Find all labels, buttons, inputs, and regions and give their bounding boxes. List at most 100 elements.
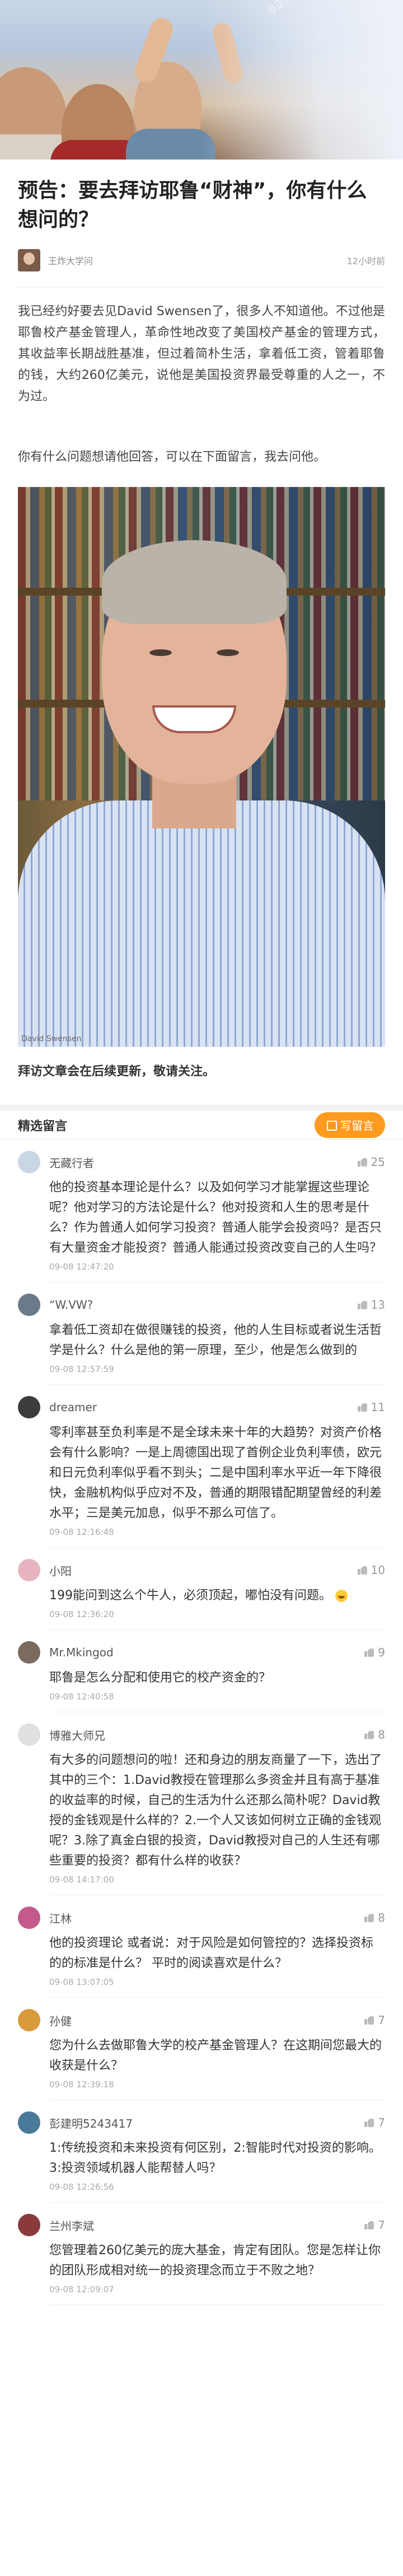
comment-time: 09-08 12:47:20 [49,1262,114,1272]
like-count: 11 [371,1401,385,1414]
comment-text: 他的投资基本理论是什么？以及如何学习才能掌握这些理论呢？他对学习的方法论是什么？… [49,1181,382,1255]
divider [18,287,385,288]
article-title: 预告：要去拜访耶鲁“财神”，你有什么想问的？ [18,179,367,231]
comment-text: 零利率甚至负利率是不是全球未来十年的大趋势？对资产价格会有什么影响？一是上周德国… [49,1426,382,1520]
smile-emoji-icon [335,1590,348,1602]
comment-time: 09-08 14:17:00 [49,1875,114,1885]
right-eye [217,649,239,656]
write-comment-label: 写留言 [340,1119,374,1132]
like-count: 9 [378,1646,385,1659]
comment-header: 彭建明5243417 7 [18,2111,385,2134]
comment-header: dreamer 11 [18,1396,385,1418]
comment-time: 09-08 12:40:58 [49,1692,114,1702]
commenter-avatar[interactable] [18,2214,40,2236]
commenter-name[interactable]: dreamer [49,1401,97,1414]
comment-text: 耶鲁是怎么分配和使用它的校产资金的？ [49,1671,271,1685]
portrait-photo: David Swensen [18,487,385,1047]
photo-caption: David Swensen [21,1034,82,1043]
commenter-avatar[interactable] [18,1151,40,1173]
hero-window-light [202,0,403,160]
commenter-name[interactable]: 彭建明5243417 [49,2115,133,2131]
like-button[interactable]: 7 [364,2116,385,2129]
like-button[interactable]: 13 [357,1298,385,1312]
comment-item: 小阳 10 199能问到这么个牛人，必须顶起，嘟怕没有问题。 09-08 12:… [18,1548,385,1630]
thumbs-up-icon [364,1913,374,1923]
commenter-avatar[interactable] [18,2009,40,2031]
like-button[interactable]: 9 [364,1646,385,1659]
like-button[interactable]: 25 [357,1155,385,1169]
comment-item: 孙健 7 您为什么去做耶鲁大学的校产基金管理人？在这期间您最大的收获是什么？ 0… [18,1998,385,2100]
like-button[interactable]: 11 [357,1401,385,1414]
commenter-avatar[interactable] [18,1559,40,1581]
commenter-name[interactable]: 小阳 [49,1562,72,1579]
left-eye [149,649,172,656]
commenter-avatar[interactable] [18,1641,40,1664]
thumbs-up-icon [364,2220,374,2230]
commenter-name[interactable]: 无藏行者 [49,1154,94,1170]
thumbs-up-icon [364,1647,374,1657]
comment-item: 兰州李斌 7 您管理着260亿美元的庞大基金，肯定有团队。您是怎样让你的团队形成… [18,2203,385,2305]
like-button[interactable]: 8 [364,1911,385,1924]
comment-header: 博雅大师兄 8 [18,1723,385,1746]
author-avatar[interactable] [18,249,40,271]
commenter-avatar[interactable] [18,1723,40,1746]
comment-item: 江林 8 他的投资理论 或者说：对于风险是如何管控的？选择投资标的的标准是什么？… [18,1895,385,1998]
like-count: 7 [378,2218,385,2232]
commenter-name[interactable]: 兰州李斌 [49,2217,94,2233]
publish-time: 12小时前 [346,256,385,266]
like-button[interactable]: 8 [364,1728,385,1741]
commenter-avatar[interactable] [18,2111,40,2134]
commenter-name[interactable]: 孙健 [49,2012,72,2029]
comment-time: 09-08 12:39:18 [49,2079,114,2090]
commenter-avatar[interactable] [18,1294,40,1316]
comment-text: 有大多的问题想问的啦！还和身边的朋友商量了一下，选出了其中的三个：1.David… [49,1753,382,1868]
comment-time: 09-08 12:26:56 [49,2182,114,2192]
comment-time: 09-08 12:57:59 [49,1364,114,1374]
comment-text: 您管理着260亿美元的庞大基金，肯定有团队。您是怎样让你的团队形成相对统一的投资… [49,2244,381,2278]
like-button[interactable]: 10 [357,1563,385,1577]
comment-text: 拿着低工资却在做很赚钱的投资，他的人生目标或者说生活哲学是什么？什么是他的第一原… [49,1323,382,1357]
comments-section-title: 精选留言 [18,1119,68,1134]
follow-notice: 拜访文章会在后续更新，敬请关注。 [18,1065,215,1079]
commenter-avatar[interactable] [18,1396,40,1418]
comment-text: 您为什么去做耶鲁大学的校产基金管理人？在这期间您最大的收获是什么？ [49,2039,382,2073]
comment-item: “W.VW? 13 拿着低工资却在做很赚钱的投资，他的人生目标或者说生活哲学是什… [18,1282,385,1385]
like-count: 10 [371,1563,385,1577]
author-name[interactable]: 王炸大学问 [48,254,93,267]
comment-header: “W.VW? 13 [18,1294,385,1316]
article-meta: 王炸大学问 12小时前 [18,248,385,273]
article-paragraph-intro: 我已经约好要去见David Swensen了，很多人不知道他。不过他是耶鲁校产基… [18,305,385,404]
comment-header: Mr.Mkingod 9 [18,1641,385,1664]
thumbs-up-icon [357,1157,368,1167]
comment-time: 09-08 12:09:07 [49,2284,114,2294]
comment-item: 彭建明5243417 7 1:传统投资和未来投资有何区别，2:智能时代对投资的影… [18,2100,385,2203]
striped-shirt [18,800,385,1047]
article-paragraph-question: 你有什么问题想请他回答，可以在下面留言，我去问他。 [18,450,326,464]
comments-header: 精选留言 写留言 [0,1105,403,1140]
thumbs-up-icon [357,1300,368,1310]
commenter-name[interactable]: “W.VW? [49,1298,93,1312]
like-count: 13 [371,1298,385,1312]
like-button[interactable]: 7 [364,2218,385,2232]
like-button[interactable]: 7 [364,2013,385,2027]
thumbs-up-icon [357,1565,368,1575]
comment-text: 199能问到这么个牛人，必须顶起，嘟怕没有问题。 [49,1586,385,1606]
comment-header: 无藏行者 25 [18,1151,385,1173]
comment-header: 孙健 7 [18,2009,385,2031]
write-comment-button[interactable]: 写留言 [315,1112,385,1138]
comment-text: 1:传统投资和未来投资有何区别，2:智能时代对投资的影响。3:投资领域机器人能帮… [49,2141,381,2175]
commenter-name[interactable]: Mr.Mkingod [49,1646,114,1659]
comment-text: 他的投资理论 或者说：对于风险是如何管控的？选择投资标的的标准是什么？ 平时的阅… [49,1936,373,1970]
like-count: 25 [371,1155,385,1169]
comment-header: 小阳 10 [18,1559,385,1581]
comment-list: 无藏行者 25 他的投资基本理论是什么？以及如何学习才能掌握这些理论呢？他对学习… [0,1140,403,2305]
comment-header: 兰州李斌 7 [18,2214,385,2236]
thumbs-up-icon [364,1730,374,1740]
commenter-avatar[interactable] [18,1907,40,1929]
comment-time: 09-08 12:16:48 [49,1527,114,1537]
commenter-name[interactable]: 江林 [49,1910,72,1926]
like-count: 8 [378,1911,385,1924]
comment-item: Mr.Mkingod 9 耶鲁是怎么分配和使用它的校产资金的？ 09-08 12… [18,1630,385,1712]
commenter-name[interactable]: 博雅大师兄 [49,1727,105,1743]
thumbs-up-icon [364,2015,374,2025]
